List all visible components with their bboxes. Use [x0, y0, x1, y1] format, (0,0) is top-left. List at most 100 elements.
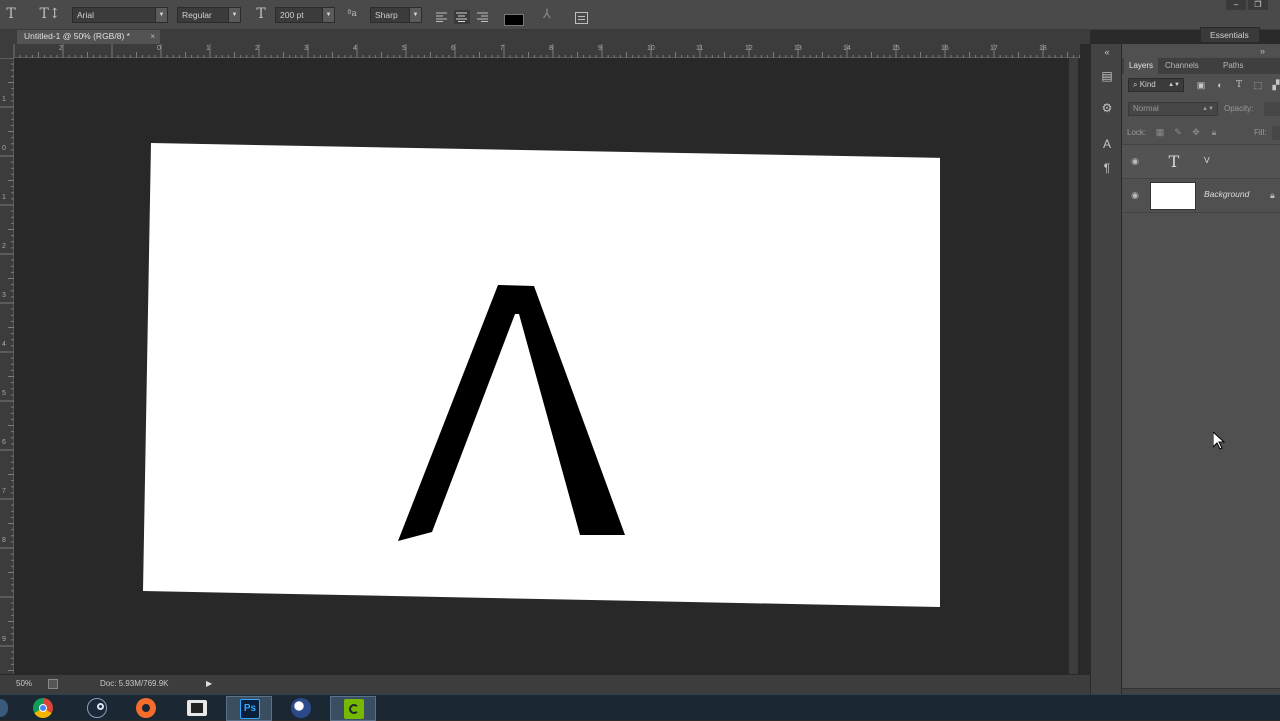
filter-smart-object-icon[interactable]: ▞	[1269, 78, 1280, 92]
ruler-label: 17	[990, 45, 998, 52]
align-left-icon[interactable]	[436, 12, 448, 22]
lock-all-icon[interactable]: 🔒︎	[1208, 126, 1220, 138]
font-size-value: 200 pt	[280, 10, 304, 20]
vertical-scrollbar[interactable]	[1068, 58, 1078, 674]
minimize-button[interactable]: –	[1226, 0, 1246, 10]
ruler-label: 12	[745, 45, 753, 52]
status-menu-arrow-icon[interactable]: ▶	[206, 679, 216, 690]
chevron-down-icon: ▼	[322, 8, 334, 22]
align-center-icon[interactable]	[454, 10, 470, 24]
ruler-label: 0	[157, 45, 161, 52]
ruler-label: 13	[794, 45, 802, 52]
taskbar-video-editor[interactable]	[174, 696, 220, 721]
restore-button[interactable]: ❐	[1248, 0, 1268, 10]
filter-type-icon[interactable]: T	[1232, 78, 1246, 92]
type-tool-icon[interactable]: T	[0, 4, 22, 24]
text-orientation-icon[interactable]: T↕	[39, 4, 61, 24]
tab-channels[interactable]: Channels	[1160, 58, 1204, 74]
origin-icon	[136, 698, 156, 718]
ruler-label: 3	[304, 45, 308, 52]
antialias-icon: ªa	[347, 9, 357, 19]
layer-name[interactable]: V	[1204, 155, 1210, 165]
font-family-value: Arial	[77, 10, 95, 20]
layer-lock-icon: 🔒︎	[1270, 190, 1275, 200]
tab-paths[interactable]: Paths	[1218, 58, 1248, 74]
paragraph-icon[interactable]: ¶	[1099, 160, 1115, 176]
panel-collapse-icon[interactable]: »	[1260, 46, 1265, 56]
font-size-dropdown[interactable]: 200 pt ▼	[275, 7, 335, 23]
ruler-label: 1	[2, 194, 6, 201]
filter-adjustment-icon[interactable]: ◐	[1213, 78, 1227, 92]
antialias-value: Sharp	[375, 10, 398, 20]
share-icon[interactable]	[48, 679, 58, 689]
taskbar-nvidia[interactable]	[330, 696, 376, 721]
taskbar-origin[interactable]	[123, 696, 169, 721]
zoom-level[interactable]: 50%	[16, 679, 32, 688]
document-canvas[interactable]	[143, 143, 940, 607]
opacity-field[interactable]	[1264, 102, 1280, 116]
layer-name[interactable]: Background	[1204, 189, 1249, 199]
ruler-label: 6	[2, 439, 6, 446]
collapse-arrows-icon[interactable]: «	[1099, 44, 1115, 60]
ruler-label: 7	[2, 488, 6, 495]
ruler-label: 11	[696, 45, 704, 52]
taskbar-cinema4d[interactable]	[278, 696, 324, 721]
start-button[interactable]	[0, 699, 8, 717]
video-editor-icon	[187, 700, 207, 716]
fill-field[interactable]	[1272, 126, 1280, 140]
document-tab-title: Untitled-1 @ 50% (RGB/8) *	[24, 31, 130, 41]
align-right-icon[interactable]	[477, 12, 489, 22]
layer-list-divider	[1122, 212, 1280, 213]
ruler-label: 2	[255, 45, 259, 52]
layer-row-background[interactable]: ◉ Background 🔒︎	[1122, 178, 1280, 212]
lock-transparency-icon[interactable]: ▦	[1154, 126, 1166, 138]
font-style-dropdown[interactable]: Regular ▼	[177, 7, 241, 23]
close-tab-icon[interactable]: ×	[150, 30, 155, 43]
character-icon[interactable]: A	[1099, 136, 1115, 152]
taskbar-photoshop[interactable]: Ps	[226, 696, 272, 721]
document-info: Doc: 5.93M/769.9K	[100, 679, 169, 688]
properties-icon[interactable]: ⚙	[1099, 100, 1115, 116]
layer-row-text[interactable]: ◉ T V	[1122, 144, 1280, 178]
ruler-label: 3	[2, 292, 6, 299]
filter-shape-icon[interactable]: ⬚	[1251, 78, 1265, 92]
filter-kind-value: Kind	[1139, 80, 1156, 89]
status-bar: 50% Doc: 5.93M/769.9K ▶	[0, 674, 1090, 694]
blend-mode-dropdown[interactable]: Normal ▲▼	[1128, 102, 1218, 116]
workspace-label: Essentials	[1210, 30, 1249, 40]
filter-pixel-icon[interactable]: ▣	[1194, 78, 1208, 92]
lock-position-icon[interactable]: ✥	[1190, 126, 1202, 138]
warp-text-icon[interactable]: ⅄	[536, 4, 558, 24]
font-family-dropdown[interactable]: Arial ▼	[72, 7, 168, 23]
ruler-label: 4	[2, 341, 6, 348]
document-tab[interactable]: Untitled-1 @ 50% (RGB/8) * ×	[17, 30, 160, 44]
font-style-value: Regular	[182, 10, 212, 20]
ruler-label: 5	[2, 390, 6, 397]
options-bar: T T↕ Arial ▼ Regular ▼ T 200 pt ▼ ªa Sha…	[0, 0, 1280, 30]
history-icon[interactable]: ▤	[1099, 68, 1115, 84]
lock-pixels-icon[interactable]: ✎	[1172, 126, 1184, 138]
ruler-label: 18	[1039, 45, 1047, 52]
lock-label: Lock:	[1127, 128, 1147, 137]
ruler-label: 16	[941, 45, 949, 52]
ruler-label: 7	[500, 45, 504, 52]
ruler-label: 10	[647, 45, 655, 52]
eye-icon[interactable]: ◉	[1129, 190, 1141, 200]
taskbar-steam[interactable]	[74, 696, 120, 721]
opacity-label: Opacity:	[1224, 104, 1254, 113]
antialias-dropdown[interactable]: Sharp ▼	[370, 7, 422, 23]
text-color-swatch[interactable]	[504, 14, 524, 26]
chevron-down-icon: ▼	[155, 8, 167, 22]
tab-layers[interactable]: Layers	[1124, 58, 1159, 74]
taskbar-chrome[interactable]	[20, 696, 66, 721]
chrome-icon	[33, 698, 53, 718]
workspace-switcher[interactable]: Essentials	[1200, 27, 1260, 43]
eye-icon[interactable]: ◉	[1129, 156, 1141, 166]
filter-kind-dropdown[interactable]: ⌕ Kind ▲▼	[1128, 78, 1184, 92]
horizontal-ruler: 2 0 1 2 3 4 5 6 7 8 9 10 11 12 13 14 15 …	[0, 44, 1080, 58]
ruler-label: 1	[2, 96, 6, 103]
ruler-label: 0	[2, 145, 6, 152]
font-size-icon: T	[256, 6, 266, 22]
ruler-label: 9	[2, 636, 6, 643]
character-panel-icon[interactable]	[575, 12, 588, 24]
